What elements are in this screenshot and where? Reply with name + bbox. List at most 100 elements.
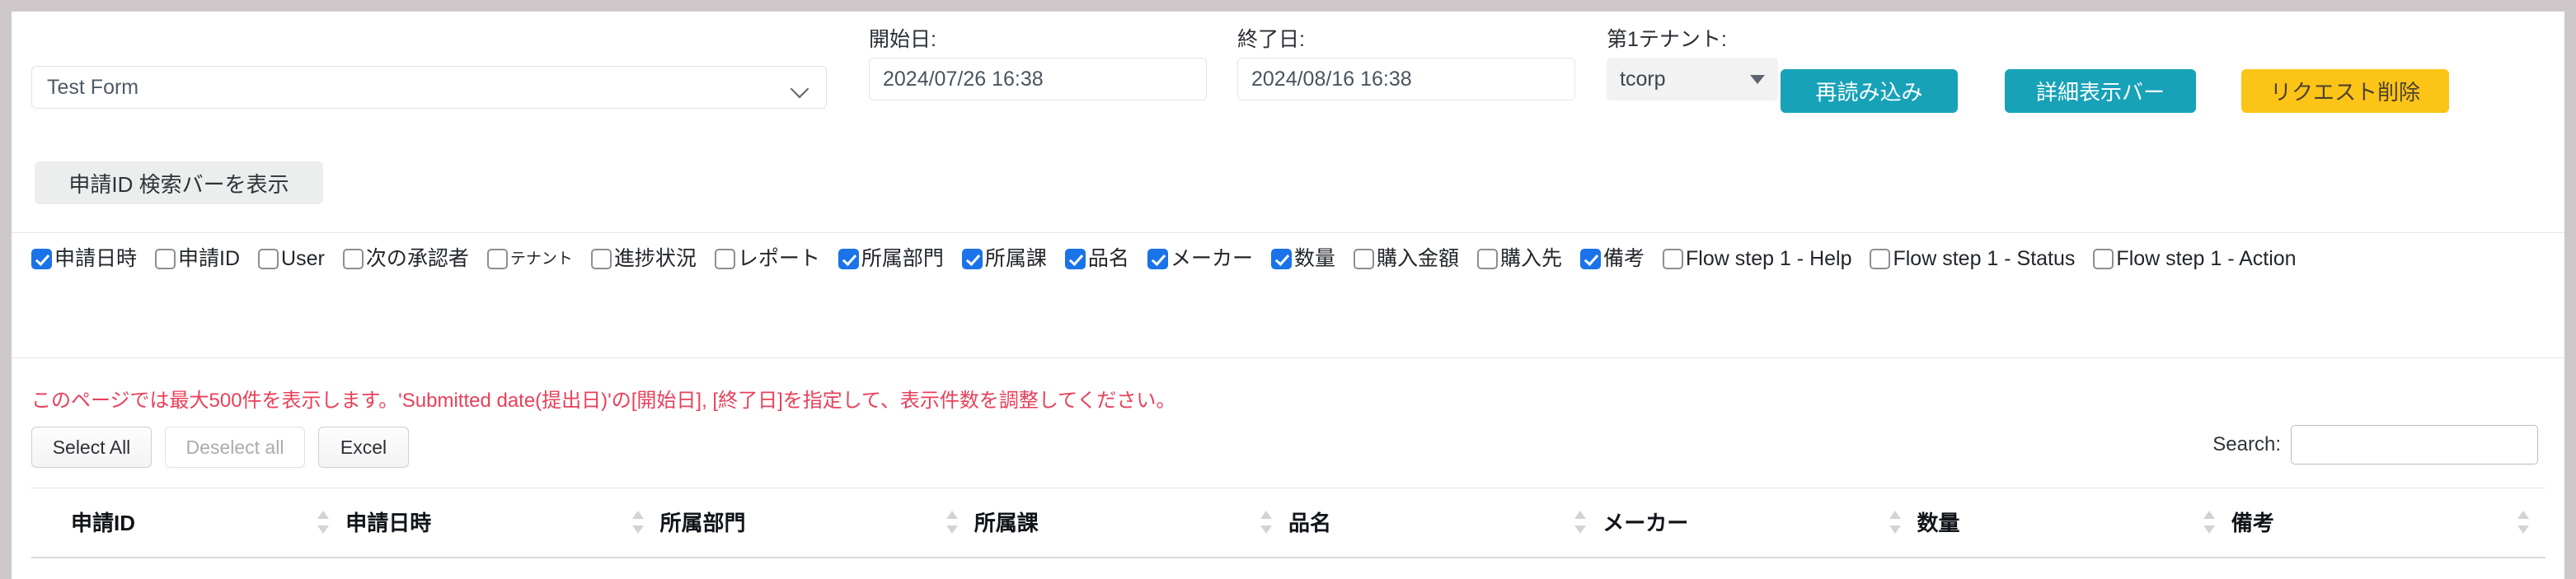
- results-table: 申請ID 申請日時 所属部門 所属課 品名 メーカー 数量 備考: [31, 488, 2546, 558]
- start-date-input[interactable]: 2024/07/26 16:38: [869, 58, 1207, 100]
- checkbox-unchecked-icon[interactable]: [1353, 249, 1374, 269]
- table-header-label: 数量: [1917, 511, 1960, 535]
- checkbox-checked-icon[interactable]: [1580, 249, 1601, 269]
- checkbox-unchecked-icon[interactable]: [1870, 249, 1891, 269]
- search-label: Search:: [2212, 433, 2281, 455]
- column-checkbox-label: レポート: [737, 247, 820, 270]
- checkbox-unchecked-icon[interactable]: [258, 249, 279, 269]
- column-checkbox-5[interactable]: 進捗状況: [590, 247, 697, 270]
- column-checkbox-0[interactable]: 申請日時: [31, 249, 137, 269]
- table-header-label: 所属部門: [659, 511, 746, 535]
- column-checkbox-17[interactable]: Flow step 1 - Action: [2093, 247, 2297, 270]
- tenant-group: 第1テナント: tcorp: [1607, 30, 1778, 100]
- table-header-label: 所属課: [974, 511, 1039, 535]
- column-checkbox-label: 品名: [1087, 247, 1129, 270]
- column-checkbox-2[interactable]: User: [258, 249, 325, 269]
- select-all-button[interactable]: Select All: [31, 427, 152, 468]
- table-header-3[interactable]: 所属課: [974, 488, 1288, 558]
- column-checkbox-label: 進捗状況: [613, 247, 697, 270]
- form-select-value: Test Form: [47, 75, 139, 99]
- table-header-6[interactable]: 数量: [1917, 488, 2231, 558]
- column-checkbox-12[interactable]: 購入金額: [1353, 249, 1459, 269]
- checkbox-unchecked-icon[interactable]: [1476, 249, 1498, 269]
- column-checkbox-label: メーカー: [1170, 247, 1253, 270]
- checkbox-checked-icon[interactable]: [1064, 249, 1086, 269]
- column-checkbox-label: 申請ID: [178, 247, 241, 270]
- checkbox-unchecked-icon[interactable]: [342, 249, 364, 269]
- column-checkbox-label: Flow step 1 - Status: [1893, 247, 2076, 270]
- excel-export-button[interactable]: Excel: [318, 427, 409, 468]
- deselect-all-button[interactable]: Deselect all: [165, 427, 305, 468]
- table-header-5[interactable]: メーカー: [1602, 488, 1917, 558]
- checkbox-checked-icon[interactable]: [31, 249, 52, 269]
- column-checkbox-7[interactable]: 所属部門: [838, 249, 944, 269]
- table-header-label: 申請ID: [71, 511, 136, 535]
- show-request-id-search-bar-button[interactable]: 申請ID 検索バーを表示: [35, 161, 323, 204]
- column-checkbox-label: テナント: [509, 250, 573, 268]
- delete-request-button[interactable]: リクエスト削除: [2241, 69, 2449, 113]
- sort-icon[interactable]: [2517, 510, 2529, 534]
- end-date-input[interactable]: 2024/08/16 16:38: [1237, 58, 1575, 100]
- table-header-label: 申請日時: [345, 511, 432, 535]
- column-checkbox-15[interactable]: Flow step 1 - Help: [1663, 249, 1851, 269]
- column-checkbox-13[interactable]: 購入先: [1476, 249, 1562, 269]
- results-table-head: 申請ID 申請日時 所属部門 所属課 品名 メーカー 数量 備考: [31, 488, 2546, 558]
- table-header-label: 備考: [2231, 511, 2274, 535]
- table-header-1[interactable]: 申請日時: [345, 488, 660, 558]
- column-checkbox-label: Flow step 1 - Action: [2116, 247, 2297, 270]
- search-group: Search:: [2212, 425, 2538, 465]
- page-frame: Test Form 開始日: 2024/07/26 16:38 終了日: 202…: [12, 12, 2564, 579]
- checkbox-unchecked-icon[interactable]: [590, 249, 612, 269]
- tenant-label: 第1テナント:: [1607, 28, 1727, 51]
- tenant-select-value: tcorp: [1620, 67, 1666, 91]
- column-checkbox-6[interactable]: レポート: [714, 247, 820, 270]
- checkbox-unchecked-icon[interactable]: [714, 249, 735, 269]
- form-select[interactable]: Test Form: [31, 66, 827, 109]
- column-checkbox-4[interactable]: テナント: [486, 249, 573, 269]
- column-checkbox-label: 次の承認者: [365, 247, 469, 270]
- start-date-label: 開始日:: [869, 28, 936, 51]
- column-checkbox-label: 所属部門: [861, 247, 944, 270]
- sort-icon[interactable]: [945, 510, 958, 534]
- triangle-down-icon: [1750, 74, 1765, 84]
- sort-icon[interactable]: [631, 510, 644, 534]
- divider: [12, 357, 2564, 358]
- table-header-0[interactable]: 申請ID: [31, 488, 346, 558]
- reload-button[interactable]: 再読み込み: [1781, 69, 1958, 113]
- checkbox-checked-icon[interactable]: [1270, 249, 1292, 269]
- table-header-label: メーカー: [1602, 511, 1689, 535]
- column-checkbox-9[interactable]: 品名: [1064, 247, 1129, 270]
- detail-bar-button[interactable]: 詳細表示バー: [2005, 69, 2196, 113]
- column-checkbox-1[interactable]: 申請ID: [155, 249, 240, 269]
- search-input[interactable]: [2291, 425, 2538, 465]
- sort-icon[interactable]: [1260, 510, 1272, 534]
- checkbox-unchecked-icon[interactable]: [2093, 249, 2114, 269]
- sort-icon[interactable]: [1889, 510, 1901, 534]
- table-header-4[interactable]: 品名: [1288, 488, 1603, 558]
- start-date-group: 開始日: 2024/07/26 16:38: [869, 30, 1207, 100]
- filter-toolbar: Test Form 開始日: 2024/07/26 16:38 終了日: 202…: [12, 12, 2564, 143]
- column-checkbox-label: User: [281, 247, 325, 270]
- tenant-select[interactable]: tcorp: [1607, 58, 1778, 100]
- column-checkbox-14[interactable]: 備考: [1580, 249, 1645, 269]
- column-checkbox-8[interactable]: 所属課: [961, 247, 1047, 270]
- checkbox-checked-icon[interactable]: [838, 249, 859, 269]
- column-checkbox-label: 所属課: [984, 247, 1047, 270]
- table-header-7[interactable]: 備考: [2231, 488, 2546, 558]
- sort-icon[interactable]: [2203, 510, 2215, 534]
- table-header-2[interactable]: 所属部門: [659, 488, 974, 558]
- sort-icon[interactable]: [317, 510, 330, 534]
- column-checkbox-label: Flow step 1 - Help: [1686, 247, 1852, 270]
- column-checkbox-11[interactable]: 数量: [1270, 249, 1335, 269]
- checkbox-unchecked-icon[interactable]: [155, 249, 176, 269]
- end-date-group: 終了日: 2024/08/16 16:38: [1237, 30, 1575, 100]
- max-rows-notice: このページでは最大500件を表示します。'Submitted date(提出日)…: [31, 390, 1176, 412]
- column-checkbox-16[interactable]: Flow step 1 - Status: [1870, 249, 2075, 269]
- column-checkbox-3[interactable]: 次の承認者: [342, 247, 469, 270]
- sort-icon[interactable]: [1574, 510, 1587, 534]
- checkbox-checked-icon[interactable]: [961, 249, 983, 269]
- checkbox-checked-icon[interactable]: [1147, 249, 1168, 269]
- checkbox-unchecked-icon[interactable]: [1663, 249, 1684, 269]
- column-checkbox-10[interactable]: メーカー: [1147, 249, 1253, 269]
- checkbox-unchecked-icon[interactable]: [486, 249, 508, 269]
